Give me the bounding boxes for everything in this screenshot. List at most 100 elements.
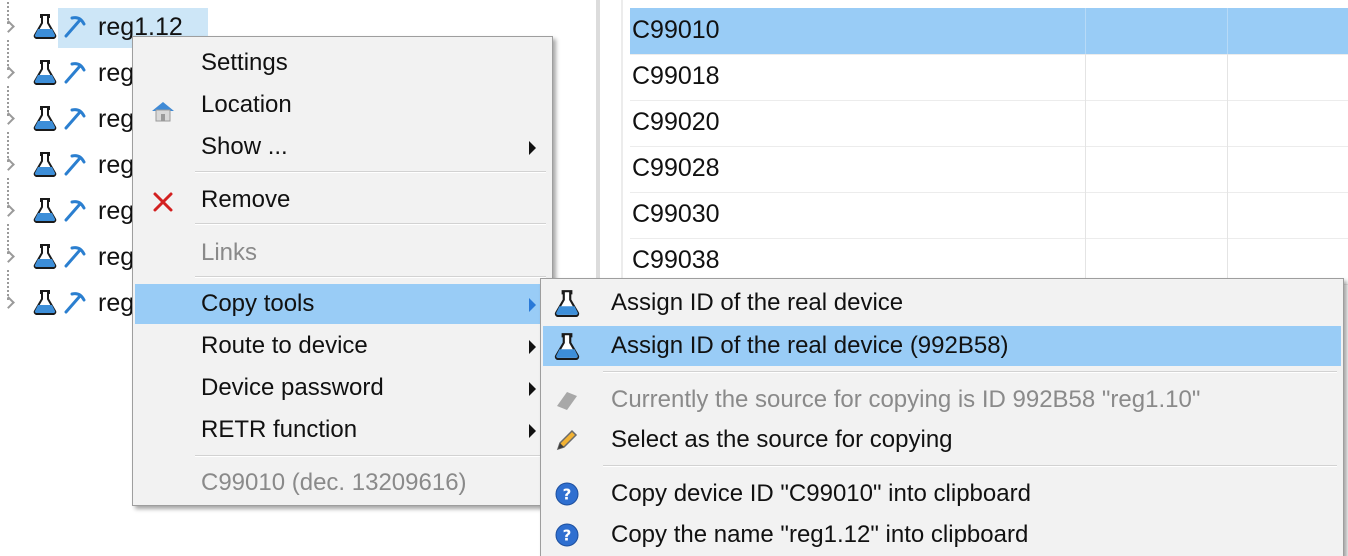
grid-cell-id: C99028 — [632, 154, 720, 182]
column-divider — [1085, 8, 1086, 54]
menu-item-select-source[interactable]: Select as the source for copying — [543, 420, 1341, 460]
menu-item-label: RETR function — [201, 416, 358, 443]
expander-chevron-icon[interactable] — [2, 204, 15, 217]
grid-row[interactable]: C99028 — [630, 146, 1348, 193]
menu-item-label: Currently the source for copying is ID 9… — [611, 386, 1201, 413]
menu-separator — [603, 371, 1337, 373]
flask-icon — [33, 290, 57, 315]
menu-item-label: Settings — [201, 49, 288, 76]
column-divider — [1085, 192, 1086, 238]
menu-item-label: Route to device — [201, 332, 368, 359]
menu-item-label: C99010 (dec. 13209616) — [201, 469, 467, 496]
flask-icon — [554, 333, 580, 360]
flask-icon — [33, 198, 57, 223]
svg-text:?: ? — [563, 486, 572, 504]
help-circle-icon: ? — [555, 523, 579, 547]
submenu-arrow-icon — [529, 141, 536, 155]
eraser-icon — [557, 392, 577, 410]
column-divider — [1227, 100, 1228, 146]
menu-item-location[interactable]: Location — [135, 85, 550, 125]
menu-item-copy-tools[interactable]: Copy tools — [135, 284, 550, 324]
app-window: reg1.12 reg reg reg reg reg reg C99010 C… — [0, 0, 1348, 556]
flask-icon — [33, 14, 57, 39]
menu-separator — [195, 455, 546, 457]
menu-item-retr-function[interactable]: RETR function — [135, 410, 550, 450]
expander-chevron-icon[interactable] — [2, 20, 15, 33]
menu-item-copy-device-id[interactable]: ? Copy device ID "C99010" into clipboard — [543, 474, 1341, 514]
expander-chevron-icon[interactable] — [2, 66, 15, 79]
flask-icon — [33, 106, 57, 131]
copy-tools-submenu: Assign ID of the real device Assign ID o… — [540, 278, 1344, 556]
pickaxe-icon — [64, 292, 86, 314]
menu-item-settings[interactable]: Settings — [135, 43, 550, 83]
pickaxe-icon — [64, 108, 86, 130]
pickaxe-icon — [64, 16, 86, 38]
grid-cell-id: C99018 — [632, 62, 720, 90]
flask-icon — [33, 244, 57, 269]
grid-cell-id: C99020 — [632, 108, 720, 136]
tree-item-label: reg — [98, 151, 135, 179]
expander-chevron-icon[interactable] — [2, 296, 15, 309]
grid-cell-id: C99030 — [632, 200, 720, 228]
flask-icon — [33, 60, 57, 85]
menu-item-label: Links — [201, 239, 258, 266]
close-x-icon — [153, 192, 173, 212]
menu-item-label: Assign ID of the real device — [611, 289, 904, 316]
menu-separator — [603, 465, 1337, 467]
column-divider — [1227, 54, 1228, 100]
tree-item-label: reg — [98, 197, 135, 225]
menu-item-label: Show ... — [201, 133, 288, 160]
menu-item-label: Copy device ID "C99010" into clipboard — [611, 480, 1031, 507]
house-icon — [152, 102, 174, 122]
menu-item-device-id-info: C99010 (dec. 13209616) — [135, 463, 550, 503]
pickaxe-icon — [64, 246, 86, 268]
menu-item-current-source: Currently the source for copying is ID 9… — [543, 380, 1341, 420]
menu-separator — [195, 276, 546, 278]
submenu-arrow-icon — [529, 340, 536, 354]
menu-item-label: Select as the source for copying — [611, 426, 953, 453]
pickaxe-icon — [64, 62, 86, 84]
pencil-icon — [556, 429, 578, 451]
menu-item-assign-id-992b58[interactable]: Assign ID of the real device (992B58) — [543, 326, 1341, 366]
grid-row[interactable]: C99010 — [630, 8, 1348, 55]
tree-item-label: reg — [98, 243, 135, 271]
submenu-arrow-icon — [529, 382, 536, 396]
menu-item-label: Remove — [201, 186, 291, 213]
tree-item-label: reg — [98, 105, 135, 133]
menu-item-show[interactable]: Show ... — [135, 127, 550, 167]
help-circle-icon: ? — [555, 482, 579, 506]
pickaxe-icon — [64, 200, 86, 222]
tree-item-label: reg — [98, 289, 135, 317]
menu-item-route-to-device[interactable]: Route to device — [135, 326, 550, 366]
column-divider — [1227, 8, 1228, 54]
column-divider — [1227, 146, 1228, 192]
svg-text:?: ? — [563, 527, 572, 545]
submenu-arrow-icon — [529, 424, 536, 438]
menu-item-remove[interactable]: Remove — [135, 180, 550, 220]
submenu-arrow-icon — [529, 298, 536, 312]
menu-item-label: Assign ID of the real device (992B58) — [611, 332, 1009, 359]
menu-item-label: Copy the name "reg1.12" into clipboard — [611, 521, 1029, 548]
expander-chevron-icon[interactable] — [2, 250, 15, 263]
menu-separator — [195, 171, 546, 173]
grid-row[interactable]: C99018 — [630, 54, 1348, 101]
flask-icon — [33, 152, 57, 177]
column-divider — [1227, 192, 1228, 238]
column-divider — [1085, 146, 1086, 192]
column-divider — [1085, 100, 1086, 146]
grid-row[interactable]: C99030 — [630, 192, 1348, 239]
expander-chevron-icon[interactable] — [2, 158, 15, 171]
menu-item-device-password[interactable]: Device password — [135, 368, 550, 408]
grid-cell-id: C99010 — [632, 16, 720, 44]
menu-item-label: Location — [201, 91, 292, 118]
column-divider — [1085, 54, 1086, 100]
expander-chevron-icon[interactable] — [2, 112, 15, 125]
grid-row[interactable]: C99020 — [630, 100, 1348, 147]
menu-item-assign-id[interactable]: Assign ID of the real device — [543, 283, 1341, 323]
tree-item-label: reg — [98, 59, 135, 87]
menu-item-links: Links — [135, 233, 550, 273]
pickaxe-icon — [64, 154, 86, 176]
menu-item-copy-name[interactable]: ? Copy the name "reg1.12" into clipboard — [543, 515, 1341, 555]
menu-item-label: Device password — [201, 374, 384, 401]
context-menu: Settings Location Show ... Remove Links — [132, 36, 553, 506]
